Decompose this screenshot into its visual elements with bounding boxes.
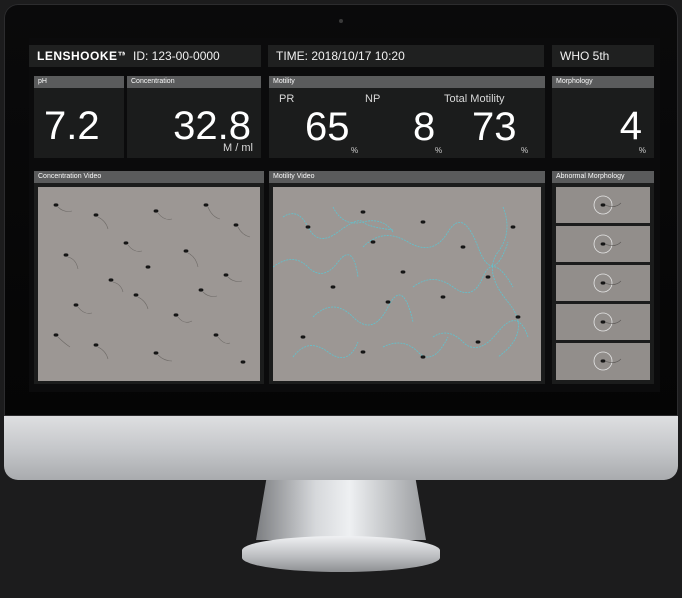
- timestamp: TIME: 2018/10/17 10:20: [268, 45, 544, 67]
- concentration-video-frame: [53, 203, 251, 364]
- motility-video-label: Motility Video: [269, 171, 545, 183]
- monitor-chin: [4, 416, 678, 480]
- motility-video[interactable]: [273, 187, 541, 381]
- sample-image: [593, 234, 622, 254]
- morphology-sample[interactable]: [556, 265, 650, 301]
- concentration-label: Concentration: [127, 76, 261, 88]
- concentration-video[interactable]: [38, 187, 260, 381]
- concentration-value: 32.8: [173, 104, 251, 148]
- motility-label: Motility: [269, 76, 545, 88]
- pr-value: 65: [305, 105, 350, 149]
- morphology-sample[interactable]: [556, 304, 650, 340]
- abnormal-morphology-panel: Abnormal Morphology: [552, 171, 654, 384]
- ph-value: 7.2: [44, 104, 100, 148]
- np-value: 8: [413, 105, 436, 149]
- total-motility-value: 73: [472, 105, 517, 149]
- morphology-tile: Morphology 4 %: [552, 76, 654, 158]
- patient-id: ID: 123-00-0000: [125, 45, 261, 67]
- who-standard: WHO 5th: [552, 45, 654, 67]
- morphology-value: 4: [619, 104, 642, 148]
- dashboard-screen: LENSHOOKE™ ID: 123-00-0000 TIME: 2018/10…: [29, 38, 660, 392]
- concentration-tile: Concentration 32.8 M / ml: [127, 76, 261, 158]
- logo-text: LENSHOOKE: [37, 49, 118, 63]
- morphology-sample[interactable]: [556, 343, 650, 380]
- sample-image: [593, 273, 622, 293]
- sample-image: [593, 195, 622, 215]
- monitor-foot: [242, 536, 440, 572]
- pr-unit: %: [351, 146, 359, 155]
- motility-tile: Motility PR 65 % NP 8 % Total Motility 7…: [269, 76, 545, 158]
- morphology-label: Morphology: [552, 76, 654, 88]
- total-motility-label: Total Motility: [444, 93, 505, 105]
- morphology-sample[interactable]: [556, 187, 650, 223]
- abnormal-morphology-label: Abnormal Morphology: [552, 171, 654, 183]
- pr-label: PR: [279, 93, 295, 105]
- sample-image: [593, 351, 622, 371]
- np-label: NP: [365, 93, 381, 105]
- motility-video-panel: Motility Video: [269, 171, 545, 384]
- monitor-stand: [256, 480, 426, 540]
- sample-image: [593, 312, 622, 332]
- ph-label: pH: [34, 76, 124, 88]
- concentration-video-panel: Concentration Video: [34, 171, 264, 384]
- total-motility-unit: %: [521, 146, 529, 155]
- ph-tile: pH 7.2: [34, 76, 124, 158]
- motility-video-frame: [273, 206, 529, 359]
- morphology-sample[interactable]: [556, 226, 650, 262]
- morphology-unit: %: [638, 146, 646, 155]
- np-unit: %: [435, 146, 443, 155]
- concentration-video-label: Concentration Video: [34, 171, 264, 183]
- concentration-unit: M / ml: [223, 142, 253, 154]
- camera-icon: [339, 19, 343, 23]
